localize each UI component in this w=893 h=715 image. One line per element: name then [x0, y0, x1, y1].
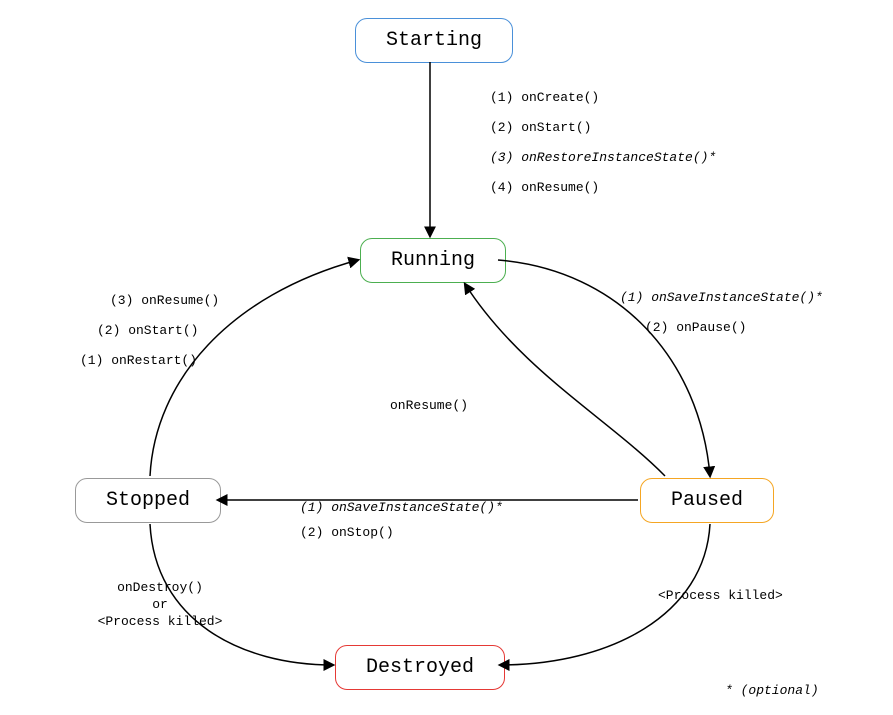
edge-stop-run-2: (2) onStart() — [97, 323, 198, 338]
edge-start-run-1: (1) onCreate() — [490, 90, 599, 105]
state-label: Paused — [671, 489, 743, 512]
edge-pause-stop-2: (2) onStop() — [300, 525, 394, 540]
state-label: Running — [391, 249, 475, 272]
state-label: Stopped — [106, 489, 190, 512]
edge-run-pause-2: (2) onPause() — [645, 320, 746, 335]
edge-start-run-4: (4) onResume() — [490, 180, 599, 195]
state-starting: Starting — [355, 18, 513, 63]
state-running: Running — [360, 238, 506, 283]
edge-stop-dest-2: or — [90, 597, 230, 612]
state-stopped: Stopped — [75, 478, 221, 523]
state-paused: Paused — [640, 478, 774, 523]
state-label: Destroyed — [366, 656, 474, 679]
edge-start-run-2: (2) onStart() — [490, 120, 591, 135]
state-destroyed: Destroyed — [335, 645, 505, 690]
footer-note: * (optional) — [725, 683, 819, 698]
edge-pause-dest: <Process killed> — [658, 588, 783, 603]
edge-start-run-3: (3) onRestoreInstanceState()* — [490, 150, 716, 165]
edge-run-pause-1: (1) onSaveInstanceState()* — [620, 290, 823, 305]
edge-pause-run: onResume() — [390, 398, 468, 413]
edge-stop-dest-3: <Process killed> — [90, 614, 230, 629]
state-label: Starting — [386, 29, 482, 52]
edge-stop-run-1: (1) onRestart() — [80, 353, 197, 368]
edge-stop-dest-1: onDestroy() — [90, 580, 230, 595]
edge-pause-stop-1: (1) onSaveInstanceState()* — [300, 500, 503, 515]
edge-stop-run-3: (3) onResume() — [110, 293, 219, 308]
